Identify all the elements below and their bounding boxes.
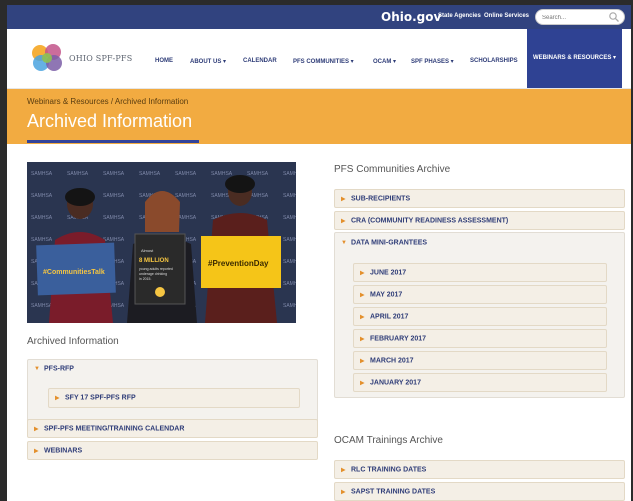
accordion-sfy17-label: SFY 17 SPF-PFS RFP	[65, 394, 136, 402]
nav-spf-phases[interactable]: SPF PHASES ▾	[411, 58, 454, 65]
nav-ocam[interactable]: OCAM ▾	[373, 58, 396, 65]
accordion-cra-label: CRA (COMMUNITY READINESS ASSESSMENT)	[351, 217, 509, 224]
accordion-sapst-training-dates[interactable]: ▶ SAPST TRAINING DATES	[334, 482, 625, 501]
main-navigation: OHIO SPF-PFS HOME ABOUT US ▾ CALENDAR PF…	[7, 29, 631, 89]
arrow-right-icon: ▶	[360, 336, 365, 342]
arrow-down-icon: ▼	[34, 366, 40, 372]
month-label: MARCH 2017	[370, 357, 414, 364]
accordion-sub-recipients-label: SUB-RECIPIENTS	[351, 195, 411, 202]
accordion-meeting-calendar-label: SPF-PFS MEETING/TRAINING CALENDAR	[44, 425, 185, 432]
event-photo: SAMHSA #CommunitiesTalk Almost 8 MILLION	[27, 162, 296, 323]
accordion-pfs-rfp-label: PFS-RFP	[44, 365, 74, 373]
site-name[interactable]: OHIO SPF-PFS	[69, 54, 132, 63]
arrow-right-icon: ▶	[360, 270, 365, 276]
nav-pfs-communities[interactable]: PFS COMMUNITIES ▾	[293, 58, 354, 65]
accordion-month[interactable]: ▶ JUNE 2017	[353, 263, 607, 282]
breadcrumb[interactable]: Webinars & Resources / Archived Informat…	[27, 97, 188, 106]
page: Ohio.gov State Agencies Online Services …	[7, 5, 631, 501]
accordion-month[interactable]: ▶ MAY 2017	[353, 285, 607, 304]
accordion-sub-recipients[interactable]: ▶ SUB-RECIPIENTS	[334, 189, 625, 208]
month-label: FEBRUARY 2017	[370, 335, 427, 342]
month-label: JUNE 2017	[370, 269, 407, 276]
accordion-month[interactable]: ▶ JANUARY 2017	[353, 373, 607, 392]
event-photo-illustration: SAMHSA #CommunitiesTalk Almost 8 MILLION	[27, 162, 296, 323]
accordion-month[interactable]: ▶ FEBRUARY 2017	[353, 329, 607, 348]
arrow-right-icon: ▶	[34, 448, 39, 454]
arrow-right-icon: ▶	[360, 358, 365, 364]
accordion-month[interactable]: ▶ APRIL 2017	[353, 307, 607, 326]
arrow-right-icon: ▶	[341, 196, 346, 202]
data-mini-grantees-panel: ▼ DATA MINI-GRANTEES ▶ JUNE 2017 ▶ MAY 2…	[334, 232, 625, 398]
page-banner: Webinars & Resources / Archived Informat…	[7, 89, 631, 144]
svg-text:young adults reported: young adults reported	[139, 267, 173, 271]
arrow-right-icon: ▶	[55, 395, 60, 402]
accordion-webinars-label: WEBINARS	[44, 447, 83, 454]
svg-text:underage drinking: underage drinking	[139, 272, 167, 276]
search-input[interactable]	[542, 12, 606, 23]
accordion-pfs-rfp[interactable]: ▼ PFS-RFP	[28, 360, 317, 378]
accordion-webinars[interactable]: ▶ WEBINARS	[27, 441, 318, 460]
nav-about-us[interactable]: ABOUT US ▾	[190, 58, 226, 65]
sign-communities-talk: #CommunitiesTalk	[43, 269, 105, 276]
online-services-link[interactable]: Online Services	[484, 13, 529, 19]
pfs-rfp-panel: ▼ PFS-RFP ▶ SFY 17 SPF-PFS RFP	[27, 359, 318, 423]
pfs-communities-archive-title: PFS Communities Archive	[334, 164, 451, 175]
spf-pfs-logo-icon[interactable]	[27, 41, 67, 75]
arrow-right-icon: ▶	[360, 380, 365, 386]
arrow-down-icon: ▼	[341, 240, 347, 246]
page-title: Archived Information	[27, 111, 193, 131]
accordion-rlc-label: RLC TRAINING DATES	[351, 466, 427, 473]
arrow-right-icon: ▶	[341, 218, 346, 224]
svg-text:Almost: Almost	[141, 248, 154, 253]
arrow-right-icon: ▶	[34, 426, 39, 432]
accordion-cra[interactable]: ▶ CRA (COMMUNITY READINESS ASSESSMENT)	[334, 211, 625, 230]
search-icon[interactable]	[608, 11, 620, 23]
accordion-meeting-training-calendar[interactable]: ▶ SPF-PFS MEETING/TRAINING CALENDAR	[27, 419, 318, 438]
ocam-trainings-archive-title: OCAM Trainings Archive	[334, 435, 443, 446]
arrow-right-icon: ▶	[341, 467, 346, 473]
ohio-top-bar: Ohio.gov State Agencies Online Services	[7, 5, 631, 29]
accordion-sapst-label: SAPST TRAINING DATES	[351, 488, 436, 495]
accordion-rlc-training-dates[interactable]: ▶ RLC TRAINING DATES	[334, 460, 625, 479]
state-agencies-link[interactable]: State Agencies	[438, 13, 481, 19]
arrow-right-icon: ▶	[341, 489, 346, 495]
nav-webinars-resources[interactable]: WEBINARS & RESOURCES ▾	[527, 29, 623, 88]
sign-8-million: 8 MILLION	[139, 258, 169, 264]
accordion-data-mini-grantees[interactable]: ▼ DATA MINI-GRANTEES	[335, 233, 624, 253]
accordion-data-mini-label: DATA MINI-GRANTEES	[351, 239, 428, 247]
svg-text:in 2015.: in 2015.	[139, 277, 151, 281]
month-label: APRIL 2017	[370, 313, 409, 320]
ohio-gov-logo[interactable]: Ohio.gov	[381, 10, 441, 24]
accordion-month[interactable]: ▶ MARCH 2017	[353, 351, 607, 370]
accordion-sfy17-spf-pfs-rfp[interactable]: ▶ SFY 17 SPF-PFS RFP	[48, 388, 300, 408]
nav-home[interactable]: HOME	[155, 58, 173, 64]
arrow-right-icon: ▶	[360, 292, 365, 298]
arrow-right-icon: ▶	[360, 314, 365, 320]
title-underline	[27, 140, 199, 143]
archived-information-title: Archived Information	[27, 336, 119, 347]
sign-prevention-day: #PreventionDay	[208, 259, 269, 268]
search-box[interactable]	[535, 9, 625, 25]
month-label: JANUARY 2017	[370, 379, 421, 386]
nav-scholarships[interactable]: SCHOLARSHIPS	[470, 58, 518, 64]
nav-calendar[interactable]: CALENDAR	[243, 58, 277, 64]
month-label: MAY 2017	[370, 291, 403, 298]
